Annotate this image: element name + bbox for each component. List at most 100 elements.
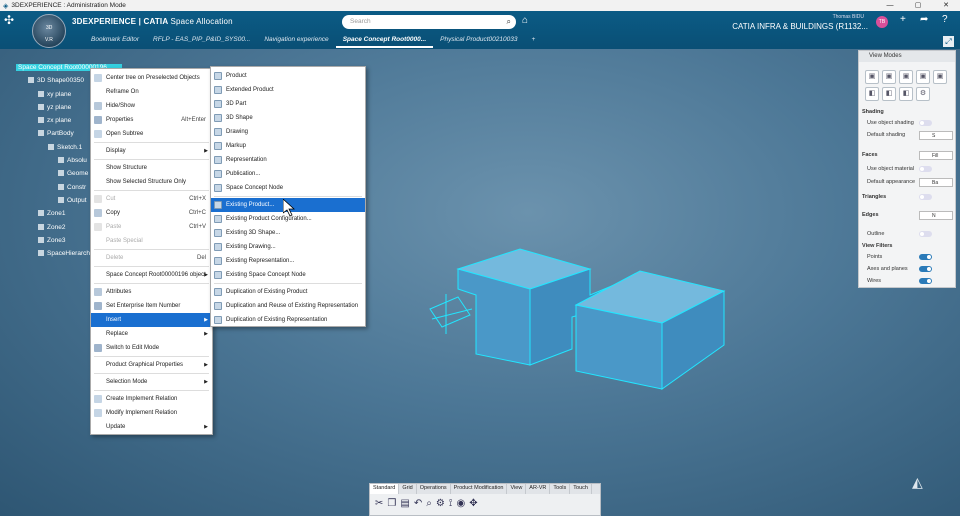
shading-mode-icon[interactable]: ▣ [865,70,879,84]
action-tab-product-modification[interactable]: Product Modification [451,484,508,494]
menu-item-selection-mode[interactable]: Selection Mode ▶ [91,375,212,389]
submenu-item-3d-part[interactable]: 3D Part [211,97,365,111]
default-appearance-select[interactable]: Ba [919,178,953,187]
submenu-item-drawing[interactable]: Drawing [211,125,365,139]
menu-item-copy[interactable]: Copy Ctrl+C [91,206,212,220]
action-tab-touch[interactable]: Touch [570,484,592,494]
menu-item-show-selected-structure[interactable]: Show Selected Structure Only [91,175,212,189]
submenu-item-publication[interactable]: Publication... [211,167,365,181]
shading-edges-icon[interactable]: ▣ [882,70,896,84]
tree-item[interactable]: yz plane [38,104,71,111]
tree-item[interactable]: xy plane [38,91,71,98]
menu-item-display[interactable]: Display ▶ [91,144,212,158]
menu-item-attributes[interactable]: Attributes [91,285,212,299]
snap-icon[interactable]: ✥ [469,498,477,509]
measure-icon[interactable]: ⟟ [449,498,453,509]
menu-item-reframe-on[interactable]: Reframe On [91,85,212,99]
avatar[interactable]: TB [876,16,888,28]
edges-select[interactable]: N [919,211,953,220]
submenu-item-representation[interactable]: Representation [211,153,365,167]
mode-settings-icon[interactable]: ⚙ [916,87,930,101]
menu-item-show-structure[interactable]: Show Structure [91,161,212,175]
menu-item-center-tree[interactable]: Center tree on Preselected Objects [91,71,212,85]
search-icon[interactable]: ⌕ [507,17,511,27]
action-tab-grid[interactable]: Grid [399,484,417,494]
tab-rflp[interactable]: RFLP - EAS_PIP_P&ID_SYS00... [146,34,257,48]
menu-item-update[interactable]: Update ▶ [91,420,212,434]
submenu-item-duplicate-representation[interactable]: Duplication of Existing Representation [211,313,365,327]
tab-physical-product[interactable]: Physical Product00210033 [433,34,524,48]
orientation-compass-icon[interactable]: ◭ [912,474,923,491]
action-tab-ar-vr[interactable]: AR-VR [526,484,551,494]
hidden-edges-icon[interactable]: ▣ [916,70,930,84]
menu-item-cut[interactable]: Cut Ctrl+X [91,192,212,206]
menu-item-open-subtree[interactable]: Open Subtree [91,127,212,141]
tab-navigation-experience[interactable]: Navigation experience [257,34,335,48]
add-icon[interactable]: + [900,14,906,25]
cut-icon[interactable]: ✂ [375,498,383,509]
tree-item[interactable]: Output [58,197,87,204]
submenu-item-existing-space-concept-node[interactable]: Existing Space Concept Node [211,268,365,282]
action-tab-standard[interactable]: Standard [370,484,400,494]
tab-bookmark-editor[interactable]: Bookmark Editor [84,34,146,48]
axes-planes-toggle[interactable] [919,266,932,272]
tree-item[interactable]: Constr [58,184,86,191]
paste-icon[interactable]: ▤ [400,498,409,509]
triangles-toggle[interactable] [919,194,932,200]
tree-item[interactable]: SpaceHierarch [38,250,90,257]
visibility-icon[interactable]: ◉ [457,498,466,509]
maximize-button[interactable]: ▢ [904,0,932,11]
menu-item-delete[interactable]: Delete Del [91,251,212,265]
menu-item-replace[interactable]: Replace ▶ [91,327,212,341]
compass-icon[interactable]: 3D V.R [32,14,66,48]
outline-toggle[interactable] [919,231,932,237]
custom-mode-icon[interactable]: ◧ [899,87,913,101]
menu-item-set-enterprise-number[interactable]: Set Enterprise Item Number [91,299,212,313]
close-button[interactable]: ✕ [932,0,960,11]
submenu-item-extended-product[interactable]: Extended Product [211,83,365,97]
menu-item-hide-show[interactable]: Hide/Show [91,99,212,113]
submenu-item-product[interactable]: Product [211,69,365,83]
tree-item[interactable]: zx plane [38,117,71,124]
menu-item-graphical-properties[interactable]: Product Graphical Properties ▶ [91,358,212,372]
submenu-item-existing-representation[interactable]: Existing Representation... [211,254,365,268]
app-title[interactable]: CATIA INFRA & BUILDINGS (R1132... [732,22,868,31]
menu-item-insert[interactable]: Insert ▶ [91,313,212,327]
submenu-item-space-concept-node[interactable]: Space Concept Node [211,181,365,195]
submenu-item-duplicate-product[interactable]: Duplication of Existing Product [211,285,365,299]
wires-toggle[interactable] [919,278,932,284]
ds-logo-icon[interactable]: ✣ [4,13,14,27]
action-tab-view[interactable]: View [507,484,527,494]
menu-item-paste[interactable]: Paste Ctrl+V [91,220,212,234]
points-toggle[interactable] [919,254,932,260]
tree-item[interactable]: Zone3 [38,237,65,244]
search-input[interactable]: Search ⌕ [342,15,516,29]
material-mode-icon[interactable]: ▣ [933,70,947,84]
submenu-item-duplicate-reuse-representation[interactable]: Duplication and Reuse of Existing Repres… [211,299,365,313]
tree-item[interactable]: Geome [58,170,88,177]
use-object-material-toggle[interactable] [919,166,932,172]
tree-item[interactable]: Absolu [58,157,87,164]
use-object-shading-toggle[interactable] [919,120,932,126]
tree-item[interactable]: PartBody [38,130,74,137]
tree-item[interactable]: Sketch.1 [48,144,82,151]
tree-item[interactable]: Zone1 [38,210,65,217]
new-tab-button[interactable]: + [524,34,542,48]
submenu-item-markup[interactable]: Markup [211,139,365,153]
wireframe-icon[interactable]: ▣ [899,70,913,84]
default-shading-select[interactable]: S [919,131,953,140]
shading-section[interactable]: Shading [862,109,884,115]
zoom-icon[interactable]: ⌕ [426,498,432,509]
menu-item-create-implement[interactable]: Create Implement Relation [91,392,212,406]
menu-item-switch-edit-mode[interactable]: Switch to Edit Mode [91,341,212,355]
copy-icon[interactable]: ❐ [387,498,396,509]
tag-icon[interactable]: ⌂ [522,15,528,26]
render-mode-icon[interactable]: ◧ [865,87,879,101]
submenu-item-3d-shape[interactable]: 3D Shape [211,111,365,125]
tree-item[interactable]: Zone2 [38,224,65,231]
submenu-item-existing-3d-shape[interactable]: Existing 3D Shape... [211,226,365,240]
action-tab-operations[interactable]: Operations [417,484,451,494]
submenu-item-existing-drawing[interactable]: Existing Drawing... [211,240,365,254]
undo-icon[interactable]: ↶ [414,498,422,509]
help-icon[interactable]: ? [942,14,948,25]
